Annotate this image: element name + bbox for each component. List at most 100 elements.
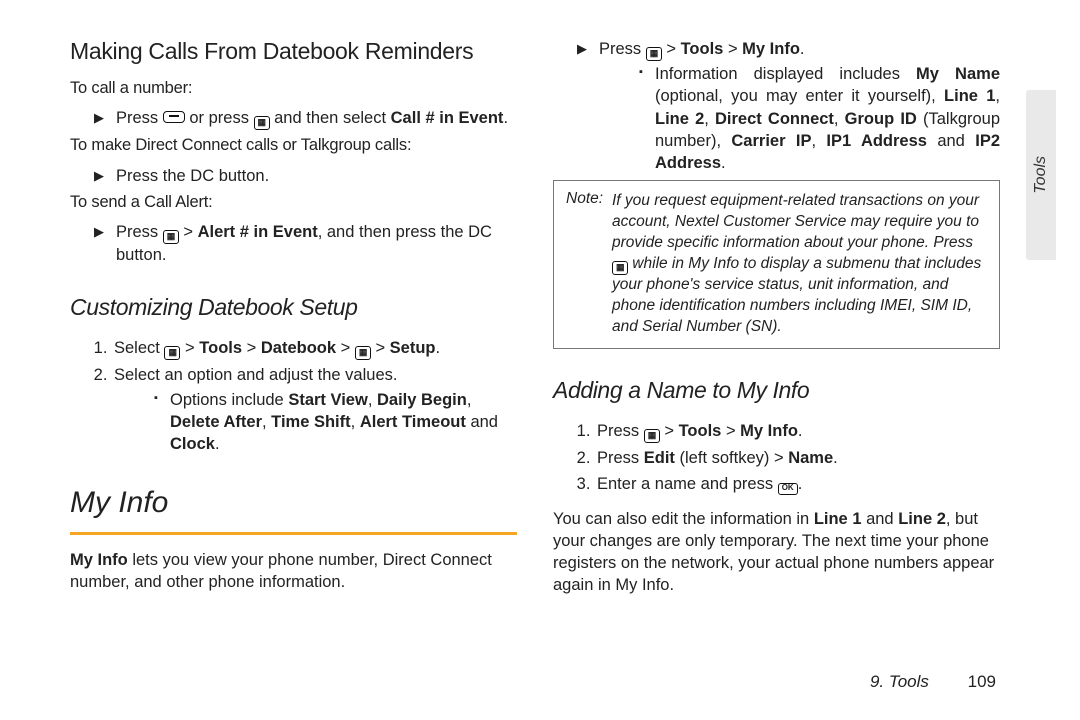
text: and then select (270, 109, 391, 127)
bold-text: Time Shift (271, 413, 350, 431)
bold-text: Line 2 (655, 110, 704, 128)
text: . (833, 449, 838, 467)
list-info-displayed: Information displayed includes My Name (… (599, 63, 1000, 174)
list-item: Press ▦ > Tools > My Info. (595, 420, 1000, 443)
heading-customizing: Customizing Datebook Setup (70, 292, 517, 323)
text-to-dc: To make Direct Connect calls or Talkgrou… (70, 134, 517, 156)
column-left: Making Calls From Datebook Reminders To … (70, 34, 517, 692)
text: Enter a name and press (597, 475, 778, 493)
menu-icon: ▦ (163, 230, 179, 244)
bold-text: Group ID (845, 110, 917, 128)
list-options: Options include Start View, Daily Begin,… (114, 389, 517, 456)
text: Press (597, 422, 644, 440)
text: Press (599, 40, 646, 58)
menu-icon: ▦ (644, 429, 660, 443)
text: (optional, you may enter it yourself), (655, 87, 944, 105)
softkey-icon (163, 111, 185, 123)
bold-text: Alert # in Event (198, 223, 318, 241)
bold-text: Datebook (261, 339, 336, 357)
text-to-alert: To send a Call Alert: (70, 191, 517, 213)
list-to-call: Press or press ▦ and then select Call # … (70, 107, 517, 130)
menu-icon: ▦ (164, 346, 180, 360)
list-item: Press ▦ > Tools > My Info. Information d… (579, 38, 1000, 174)
text: Information displayed includes (655, 65, 916, 83)
text: > (723, 40, 742, 58)
ok-icon: OK (778, 483, 798, 495)
text: (left softkey) > (675, 449, 788, 467)
text: Press (597, 449, 644, 467)
text: while in My Info to display a submenu th… (612, 255, 981, 335)
text: > (336, 339, 355, 357)
heading-making-calls: Making Calls From Datebook Reminders (70, 36, 517, 67)
column-right: Press ▦ > Tools > My Info. Information d… (553, 34, 1000, 692)
note-body: If you request equipment-related transac… (566, 191, 987, 338)
note-label: Note: (566, 190, 603, 207)
text: Select an option and adjust the values. (114, 366, 397, 384)
menu-icon: ▦ (254, 116, 270, 130)
bold-text: Call # in Event (391, 109, 504, 127)
bold-text: Delete After (170, 413, 262, 431)
text-tail: You can also edit the information in Lin… (553, 508, 1000, 597)
list-item: Select ▦ > Tools > Datebook > ▦ > Setup. (112, 337, 517, 360)
text: . (721, 154, 726, 172)
list-item: Options include Start View, Daily Begin,… (156, 389, 517, 456)
bold-text: My Info (742, 40, 800, 58)
text: and (862, 510, 899, 528)
text: If you request equipment-related transac… (612, 192, 979, 251)
bold-text: Alert Timeout (360, 413, 466, 431)
text: Options include (170, 391, 288, 409)
text: , (995, 87, 1000, 105)
text: Press (116, 223, 163, 241)
bold-text: My Info (740, 422, 798, 440)
text: . (798, 475, 803, 493)
text: > (721, 422, 740, 440)
text: , (811, 132, 826, 150)
text: . (436, 339, 441, 357)
bold-text: Daily Begin (377, 391, 467, 409)
bold-text: Name (788, 449, 833, 467)
text-my-info-intro: My Info lets you view your phone number,… (70, 549, 517, 594)
text: and (466, 413, 498, 431)
heading-adding-name: Adding a Name to My Info (553, 375, 1000, 406)
list-item: Enter a name and press OK. (595, 473, 1000, 496)
bold-text: Line 1 (944, 87, 995, 105)
text: Press (116, 109, 163, 127)
menu-icon: ▦ (646, 47, 662, 61)
page-body: Making Calls From Datebook Reminders To … (0, 0, 1080, 720)
bold-text: Tools (681, 40, 724, 58)
note-box: Note: If you request equipment-related t… (553, 180, 1000, 348)
footer-page-number: 109 (968, 672, 996, 691)
text: > (662, 40, 681, 58)
menu-icon: ▦ (355, 346, 371, 360)
bold-text: Direct Connect (715, 110, 834, 128)
list-to-alert: Press ▦ > Alert # in Event, and then pre… (70, 221, 517, 266)
text: and (927, 132, 975, 150)
list-customizing: Select ▦ > Tools > Datebook > ▦ > Setup.… (90, 337, 517, 455)
text: Select (114, 339, 164, 357)
text: > (371, 339, 390, 357)
bold-text: Setup (390, 339, 436, 357)
text: . (798, 422, 803, 440)
text: . (215, 435, 220, 453)
text: > (242, 339, 261, 357)
bold-text: Carrier IP (731, 132, 811, 150)
text: or press (185, 109, 254, 127)
text: > (660, 422, 679, 440)
list-item: Press or press ▦ and then select Call # … (96, 107, 517, 130)
list-item: Press ▦ > Alert # in Event, and then pre… (96, 221, 517, 266)
list-adding-name: Press ▦ > Tools > My Info. Press Edit (l… (573, 420, 1000, 496)
text: . (800, 40, 805, 58)
bold-text: IP1 Address (826, 132, 927, 150)
bold-text: Edit (644, 449, 675, 467)
menu-icon: ▦ (612, 261, 628, 275)
list-item: Information displayed includes My Name (… (641, 63, 1000, 174)
text: You can also edit the information in (553, 510, 814, 528)
text: > (179, 223, 198, 241)
bold-text: My Name (916, 65, 1000, 83)
bold-text: Start View (288, 391, 367, 409)
list-to-dc: Press the DC button. (70, 165, 517, 187)
text-to-call: To call a number: (70, 77, 517, 99)
heading-my-info: My Info (70, 483, 517, 535)
section-side-tab: Tools (1026, 90, 1056, 260)
text: , (704, 110, 715, 128)
